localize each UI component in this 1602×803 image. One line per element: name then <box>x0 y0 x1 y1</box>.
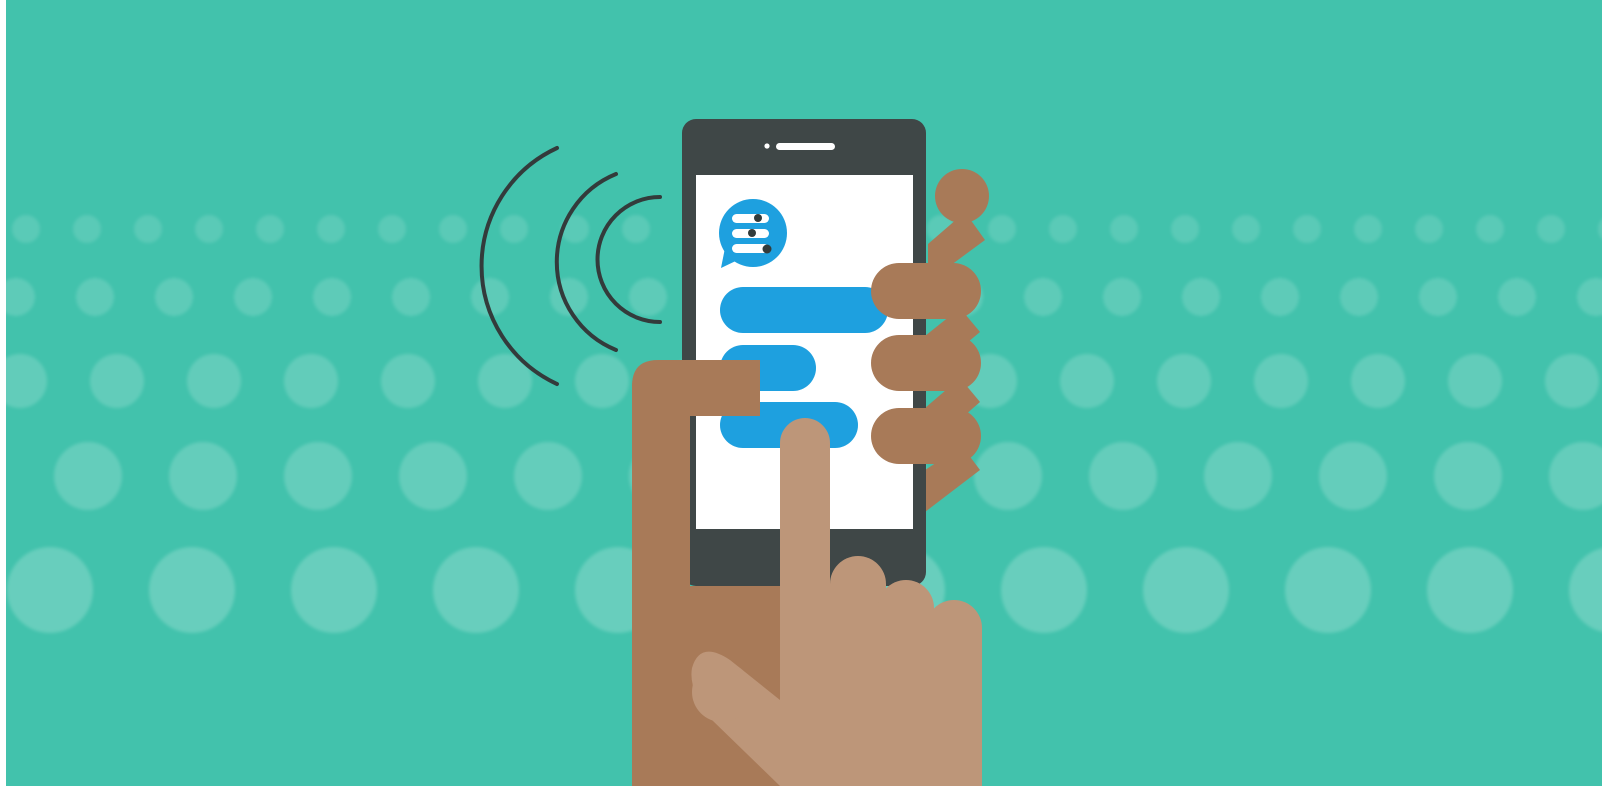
background-dot <box>195 215 223 243</box>
background-dot <box>381 354 435 408</box>
background-dot <box>313 278 351 316</box>
background-dot <box>433 547 519 633</box>
background-dot <box>1476 215 1504 243</box>
background-dot <box>1204 442 1272 510</box>
background-dot <box>76 278 114 316</box>
background-dot <box>155 278 193 316</box>
background-dot <box>73 215 101 243</box>
phone-messaging-illustration <box>0 0 1602 803</box>
background-dot <box>378 215 406 243</box>
background-dot <box>500 215 528 243</box>
phone-camera <box>764 143 770 149</box>
background-dot <box>1110 215 1138 243</box>
background-dot <box>284 354 338 408</box>
background-dot <box>1293 215 1321 243</box>
background-dot <box>1182 278 1220 316</box>
background-dot <box>1254 354 1308 408</box>
background-dot <box>1537 215 1565 243</box>
background-dot <box>622 215 650 243</box>
background-dot <box>1024 278 1062 316</box>
background-dot <box>1103 278 1141 316</box>
background-dot <box>1545 354 1599 408</box>
background-dot <box>575 354 629 408</box>
phone-speaker <box>776 143 835 150</box>
background-dot <box>439 215 467 243</box>
background-dot <box>1319 442 1387 510</box>
background-dot <box>1427 547 1513 633</box>
background-dot <box>1060 354 1114 408</box>
background-dot <box>1089 442 1157 510</box>
background-dot <box>284 442 352 510</box>
background-dot <box>1285 547 1371 633</box>
background-dot <box>629 278 667 316</box>
background-dot <box>1354 215 1382 243</box>
background-dot <box>974 442 1042 510</box>
background-dot <box>399 442 467 510</box>
background-dot <box>1049 215 1077 243</box>
background-dot <box>12 215 40 243</box>
background-dot <box>1001 547 1087 633</box>
background-dot <box>1498 278 1536 316</box>
background-dot <box>1171 215 1199 243</box>
background-dot <box>1232 215 1260 243</box>
background-dot <box>317 215 345 243</box>
background-dot <box>187 354 241 408</box>
background-dot <box>90 354 144 408</box>
background-dot <box>256 215 284 243</box>
background-dot <box>514 442 582 510</box>
background-dot <box>7 547 93 633</box>
background-dot <box>1143 547 1229 633</box>
background-dot <box>1261 278 1299 316</box>
background-dot <box>234 278 272 316</box>
message-bubble-1 <box>720 287 888 333</box>
background-dot <box>169 442 237 510</box>
background-dot <box>1351 354 1405 408</box>
background-dot <box>54 442 122 510</box>
background-dot <box>1415 215 1443 243</box>
background-dot <box>1419 278 1457 316</box>
background-dot <box>1157 354 1211 408</box>
background-dot <box>1434 442 1502 510</box>
background-dot <box>392 278 430 316</box>
background-dot <box>1448 354 1502 408</box>
background-dot <box>149 547 235 633</box>
background-dot <box>134 215 162 243</box>
background-dot <box>291 547 377 633</box>
background-dot <box>988 215 1016 243</box>
background-dot <box>1340 278 1378 316</box>
